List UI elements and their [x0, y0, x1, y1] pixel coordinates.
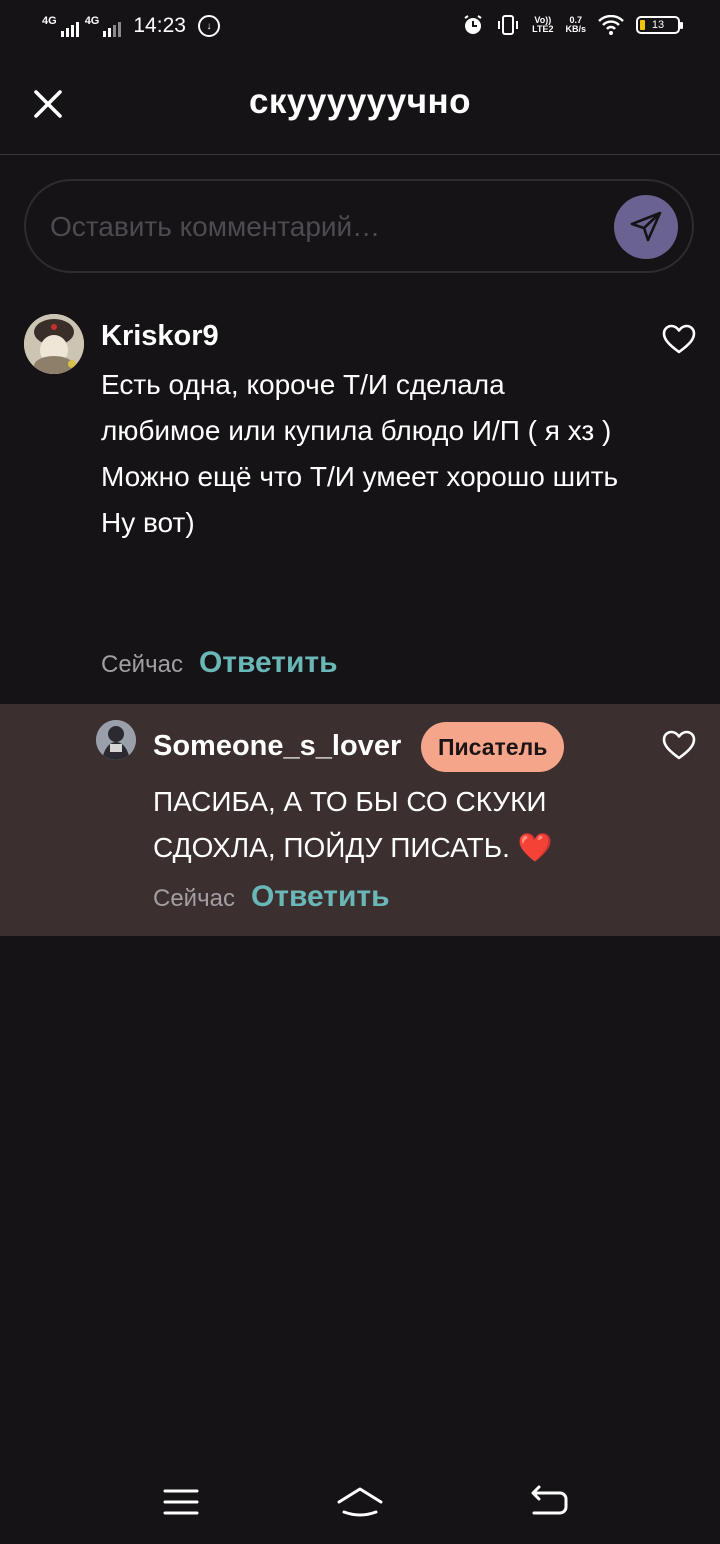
- network-type-1: 4G: [42, 15, 57, 27]
- alarm-icon: [464, 15, 482, 34]
- comment-username[interactable]: Someone_s_lover: [153, 730, 401, 763]
- signal-icon-1: 4G: [42, 15, 79, 37]
- author-badge: Писатель: [421, 722, 565, 772]
- avatar-image: [24, 314, 84, 374]
- volte-indicator: Vo)) LTE2: [532, 15, 554, 34]
- send-icon: [630, 211, 662, 242]
- back-icon[interactable]: [524, 1482, 574, 1522]
- vibrate-icon: [498, 15, 519, 35]
- home-icon[interactable]: [335, 1482, 385, 1522]
- page-title: скуууууучно: [248, 82, 472, 121]
- speed-indicator: 0.7 KB/s: [565, 15, 586, 34]
- heart-emoji: ❤️: [517, 832, 553, 863]
- send-button[interactable]: [614, 195, 678, 259]
- network-type-2: 4G: [84, 15, 100, 27]
- notification-icon: ↓: [197, 15, 220, 37]
- wifi-icon: [598, 15, 624, 35]
- system-nav-bar: [0, 1460, 720, 1544]
- comment-meta: Сейчас Ответить: [101, 646, 338, 680]
- comment-input-box: [24, 179, 694, 273]
- status-clock: 14:23: [133, 14, 186, 37]
- battery-icon: 13: [636, 16, 683, 34]
- comment-meta: Сейчас Ответить: [153, 880, 390, 914]
- heart-icon[interactable]: [662, 324, 696, 354]
- battery-level: 13: [651, 19, 665, 31]
- avatar-image: [96, 720, 136, 760]
- reply-comment: Someone_s_lover Писатель ПАСИБА, А ТО БЫ…: [0, 704, 720, 936]
- comment-input[interactable]: [48, 203, 612, 251]
- signal-icon-2: 4G: [85, 15, 122, 37]
- comment-time: Сейчас: [153, 885, 235, 912]
- comment-text: Есть одна, короче Т/И сделала любимое ил…: [101, 369, 619, 538]
- menu-icon[interactable]: [156, 1482, 206, 1522]
- comment-time: Сейчас: [101, 651, 183, 678]
- avatar[interactable]: [24, 314, 84, 374]
- heart-icon[interactable]: [662, 730, 696, 760]
- comment-username[interactable]: Kriskor9: [101, 320, 219, 353]
- header: скуууууучно: [0, 56, 720, 155]
- comment: Kriskor9 Есть одна, короче Т/И сделала л…: [0, 300, 720, 704]
- reply-button[interactable]: Ответить: [251, 880, 390, 914]
- status-bar: 4G 4G 14:23 ↓ Vo)) LTE2 0.7 KB/s 13: [0, 0, 720, 56]
- comment-text: ПАСИБА, А ТО БЫ СО СКУКИ СДОХЛА, ПОЙДУ П…: [153, 779, 633, 871]
- comment-text-body: ПАСИБА, А ТО БЫ СО СКУКИ СДОХЛА, ПОЙДУ П…: [153, 786, 547, 863]
- reply-button[interactable]: Ответить: [199, 646, 338, 680]
- avatar[interactable]: [96, 720, 136, 760]
